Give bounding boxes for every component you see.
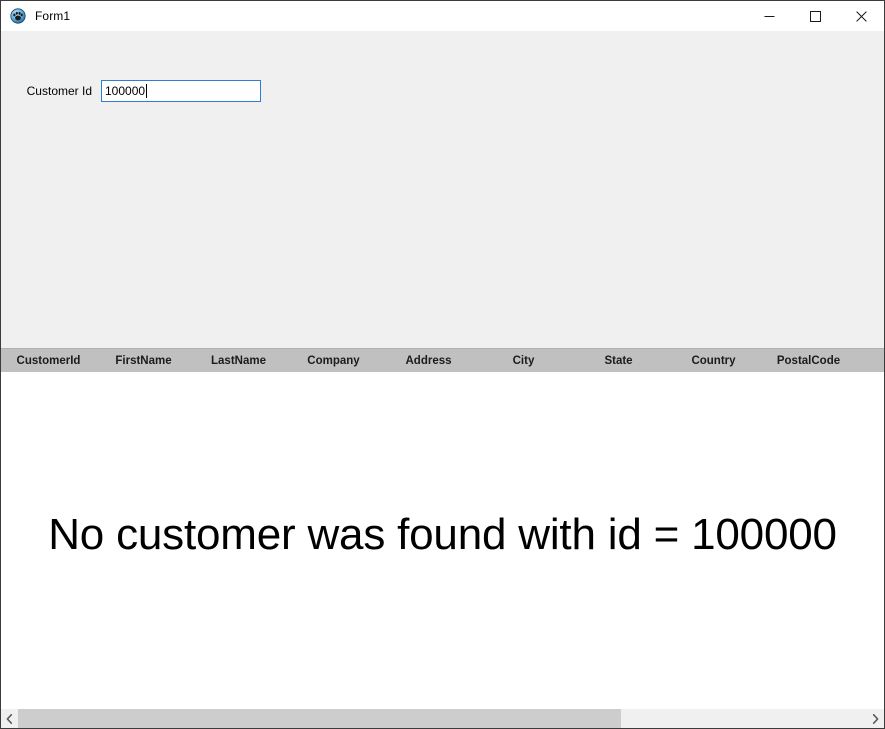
title-bar[interactable]: Form1 (1, 1, 884, 31)
grid-column-header[interactable]: Address (381, 349, 476, 372)
grid-column-header[interactable]: Country (666, 349, 761, 372)
maximize-button[interactable] (792, 1, 838, 31)
customer-id-input[interactable]: 100000 (101, 80, 261, 102)
text-caret (146, 84, 148, 98)
scroll-thumb[interactable] (18, 709, 621, 728)
close-button[interactable] (838, 1, 884, 31)
scroll-right-arrow-icon[interactable] (867, 709, 884, 728)
form-panel: Customer Id 100000 (1, 31, 884, 348)
grid-column-header[interactable]: PostalCode (761, 349, 856, 372)
minimize-icon (764, 11, 775, 22)
application-window: Form1 Customer Id 100000 CustomerId Firs… (0, 0, 885, 729)
close-icon (855, 10, 867, 22)
window-title: Form1 (35, 9, 71, 23)
empty-result-message: No customer was found with id = 100000 (48, 509, 837, 559)
title-bar-left: Form1 (1, 8, 70, 24)
grid-column-header[interactable]: City (476, 349, 571, 372)
grid-column-header[interactable]: CustomerId (1, 349, 96, 372)
grid-column-header[interactable]: LastName (191, 349, 286, 372)
grid-column-header[interactable]: FirstName (96, 349, 191, 372)
customer-id-input-value: 100000 (105, 84, 146, 98)
horizontal-scrollbar[interactable] (1, 708, 884, 728)
customer-data-grid: CustomerId FirstName LastName Company Addres… (1, 348, 884, 708)
grid-column-header[interactable]: P (856, 349, 884, 372)
scroll-left-arrow-icon[interactable] (1, 709, 18, 728)
paw-app-icon (10, 8, 26, 24)
customer-id-field-row: Customer Id 100000 (1, 80, 261, 102)
customer-id-label: Customer Id (26, 84, 92, 98)
grid-header-row: CustomerId FirstName LastName Company Addres… (1, 348, 884, 372)
maximize-icon (809, 10, 821, 22)
grid-column-header[interactable]: State (571, 349, 666, 372)
grid-column-header[interactable]: Company (286, 349, 381, 372)
grid-body: No customer was found with id = 100000 (1, 372, 884, 708)
window-controls (746, 1, 884, 31)
minimize-button[interactable] (746, 1, 792, 31)
scroll-track[interactable] (18, 709, 867, 728)
